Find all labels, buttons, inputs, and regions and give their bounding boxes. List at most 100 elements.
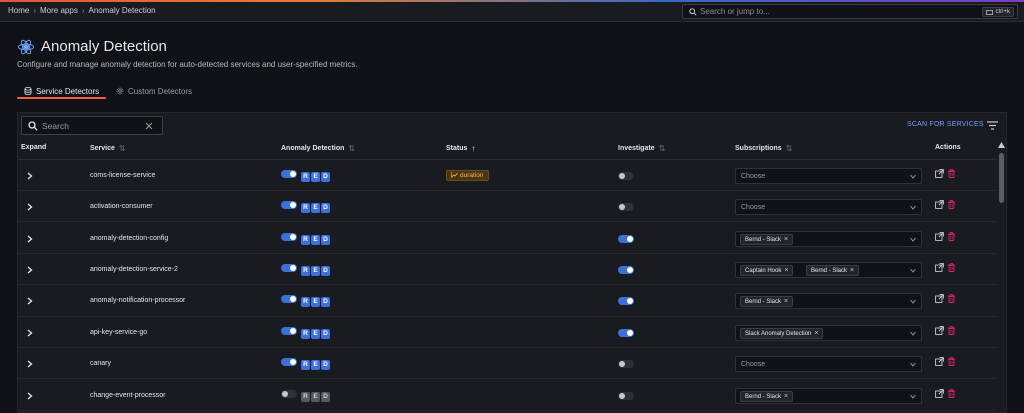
- scroll-up-arrow-icon[interactable]: [998, 142, 1005, 148]
- sort-icon[interactable]: ⇅: [348, 144, 355, 153]
- remove-tag-icon[interactable]: ×: [784, 236, 788, 243]
- open-external-icon[interactable]: [935, 263, 944, 272]
- open-external-icon[interactable]: [935, 388, 944, 398]
- investigate-toggle[interactable]: [618, 234, 634, 243]
- delete-icon[interactable]: [947, 294, 956, 304]
- scan-for-services-button[interactable]: SCAN FOR SERVICES: [907, 121, 984, 128]
- subscriptions-select[interactable]: Slack Anomaly Detection ×: [735, 324, 922, 341]
- investigate-toggle[interactable]: [618, 297, 634, 306]
- subscriptions-select[interactable]: Choose: [735, 199, 922, 216]
- red-metric-badge[interactable]: D: [321, 391, 330, 402]
- delete-icon[interactable]: [947, 231, 956, 241]
- investigate-toggle[interactable]: [618, 391, 634, 400]
- sort-icon[interactable]: ⇅: [659, 144, 666, 153]
- red-metric-badge[interactable]: D: [321, 265, 330, 276]
- sort-icon[interactable]: ⇅: [786, 144, 793, 153]
- red-metric-badge[interactable]: R: [301, 203, 310, 214]
- sort-ascending-icon[interactable]: ↑: [471, 144, 475, 153]
- red-metric-badge[interactable]: E: [311, 171, 320, 182]
- red-metric-badge[interactable]: D: [321, 297, 330, 308]
- red-metric-badge[interactable]: D: [321, 234, 330, 245]
- anomaly-detection-toggle[interactable]: [281, 295, 297, 304]
- subscriptions-select[interactable]: Choose: [735, 167, 922, 184]
- subscriptions-select[interactable]: Choose: [735, 356, 922, 373]
- red-metric-badge[interactable]: R: [301, 328, 310, 339]
- red-metric-badge[interactable]: E: [311, 391, 320, 402]
- anomaly-detection-toggle[interactable]: [281, 169, 297, 178]
- chevron-right-icon[interactable]: [27, 297, 33, 305]
- investigate-toggle[interactable]: [618, 360, 634, 369]
- search-or-jump-input[interactable]: Search or jump to... ctrl+k: [682, 4, 1018, 19]
- remove-tag-icon[interactable]: ×: [784, 393, 788, 400]
- red-metric-badge[interactable]: R: [301, 297, 310, 308]
- red-metric-badge[interactable]: D: [321, 171, 330, 182]
- remove-tag-icon[interactable]: ×: [784, 267, 788, 274]
- column-header-status[interactable]: Status ↑: [446, 144, 475, 153]
- anomaly-detection-toggle[interactable]: [281, 358, 297, 367]
- open-external-icon[interactable]: [935, 168, 944, 178]
- delete-icon[interactable]: [947, 388, 956, 398]
- red-metric-badge[interactable]: E: [311, 360, 320, 371]
- delete-icon[interactable]: [947, 168, 956, 178]
- investigate-toggle[interactable]: [618, 265, 634, 274]
- investigate-toggle[interactable]: [618, 203, 634, 212]
- open-external-icon[interactable]: [935, 294, 944, 304]
- breadcrumb-more-apps[interactable]: More apps: [40, 6, 78, 15]
- chevron-right-icon[interactable]: [27, 235, 33, 243]
- breadcrumb-home[interactable]: Home: [8, 6, 29, 15]
- service-name: coms-license-service: [90, 171, 156, 179]
- chevron-right-icon[interactable]: [27, 172, 33, 180]
- remove-tag-icon[interactable]: ×: [850, 267, 854, 274]
- clear-icon[interactable]: [145, 122, 153, 130]
- open-external-icon[interactable]: [935, 325, 944, 335]
- anomaly-detection-toggle[interactable]: [281, 201, 297, 210]
- delete-icon[interactable]: [947, 325, 956, 335]
- delete-icon[interactable]: [947, 262, 956, 272]
- filter-icon[interactable]: [987, 121, 998, 130]
- open-external-icon[interactable]: [935, 200, 944, 209]
- red-metric-badge[interactable]: R: [301, 265, 310, 276]
- red-metric-badge[interactable]: E: [311, 203, 320, 214]
- investigate-toggle[interactable]: [618, 171, 634, 180]
- subscriptions-select[interactable]: Bernd - Slack ×: [735, 387, 922, 404]
- delete-icon[interactable]: [947, 357, 956, 367]
- red-metric-badge[interactable]: D: [321, 360, 330, 371]
- tab-service-detectors[interactable]: Service Detectors: [24, 85, 99, 97]
- anomaly-detection-toggle[interactable]: [281, 326, 297, 335]
- anomaly-detection-toggle[interactable]: [281, 389, 297, 398]
- subscriptions-select[interactable]: Bernd - Slack ×: [735, 230, 922, 247]
- anomaly-detection-toggle[interactable]: [281, 232, 297, 241]
- search-input[interactable]: Search: [21, 116, 163, 135]
- open-external-icon[interactable]: [935, 357, 944, 366]
- subscriptions-select[interactable]: Captain Hook × Bernd - Slack ×: [735, 261, 922, 278]
- remove-tag-icon[interactable]: ×: [784, 298, 788, 305]
- red-metric-badge[interactable]: E: [311, 265, 320, 276]
- red-metric-badge[interactable]: E: [311, 234, 320, 245]
- red-metric-badge[interactable]: E: [311, 297, 320, 308]
- red-metric-badge[interactable]: R: [301, 360, 310, 371]
- column-header-investigate[interactable]: Investigate ⇅: [618, 144, 665, 153]
- investigate-toggle[interactable]: [618, 328, 634, 337]
- chevron-right-icon[interactable]: [27, 360, 33, 368]
- chevron-right-icon[interactable]: [27, 392, 33, 400]
- sort-icon[interactable]: ⇅: [119, 144, 126, 153]
- red-metric-badge[interactable]: R: [301, 234, 310, 245]
- column-header-service[interactable]: Service ⇅: [90, 144, 126, 153]
- red-metric-badge[interactable]: D: [321, 203, 330, 214]
- anomaly-detection-toggle[interactable]: [281, 263, 297, 272]
- tab-custom-detectors[interactable]: Custom Detectors: [116, 85, 192, 97]
- red-metric-badge[interactable]: R: [301, 171, 310, 182]
- open-external-icon[interactable]: [935, 231, 944, 241]
- red-metric-badge[interactable]: R: [301, 391, 310, 402]
- chevron-right-icon[interactable]: [27, 203, 33, 211]
- column-header-subscriptions[interactable]: Subscriptions ⇅: [735, 144, 792, 153]
- chevron-right-icon[interactable]: [27, 266, 33, 274]
- remove-tag-icon[interactable]: ×: [814, 330, 818, 337]
- column-header-anomaly-detection[interactable]: Anomaly Detection ⇅: [281, 144, 355, 153]
- red-metric-badge[interactable]: E: [311, 328, 320, 339]
- scrollbar-thumb[interactable]: [999, 153, 1004, 203]
- delete-icon[interactable]: [947, 200, 956, 210]
- subscriptions-select[interactable]: Bernd - Slack ×: [735, 293, 922, 310]
- chevron-right-icon[interactable]: [27, 329, 33, 337]
- red-metric-badge[interactable]: D: [321, 328, 330, 339]
